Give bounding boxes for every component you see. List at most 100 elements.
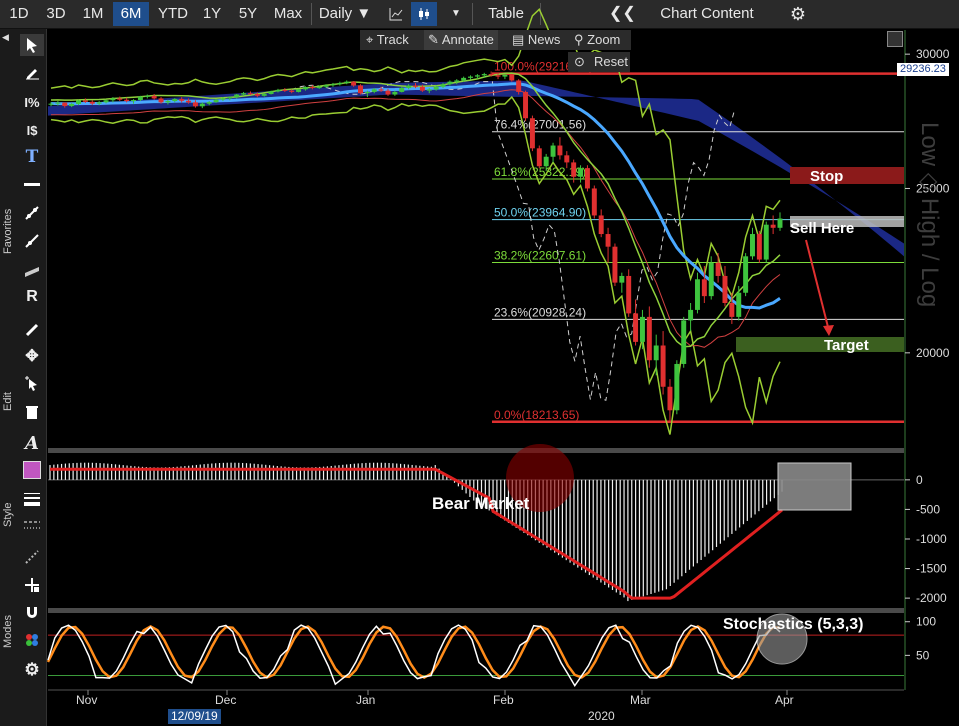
- candle-body: [103, 100, 109, 103]
- candle-body: [323, 85, 329, 87]
- candle-body: [385, 90, 391, 95]
- fib-level-label: 23.6%(20928.24): [494, 305, 586, 319]
- candle-body: [96, 102, 102, 104]
- candle-body: [440, 84, 446, 87]
- candle-body: [62, 102, 68, 107]
- candle-body: [633, 313, 639, 342]
- y-tick-label: 100: [916, 615, 936, 629]
- candle-body: [247, 93, 253, 95]
- candle-body: [619, 275, 625, 283]
- candle-body: [419, 86, 425, 91]
- candle-body: [358, 85, 363, 94]
- x-tick-label: Mar: [630, 693, 651, 707]
- candle-body: [495, 75, 501, 77]
- candle-body: [646, 316, 652, 361]
- candle-body: [186, 100, 192, 103]
- candle-body: [254, 94, 260, 96]
- zoom-button[interactable]: ⚲ Zoom: [574, 30, 620, 50]
- candle-body: [179, 98, 185, 101]
- candle-body: [667, 386, 673, 411]
- signal-line: [50, 467, 783, 600]
- moving-average-red-line: [50, 89, 781, 348]
- pencil-small-icon: ✎: [428, 32, 439, 47]
- candle-body: [337, 82, 343, 85]
- stochastic-k-line: [47, 624, 781, 688]
- candle-body: [557, 145, 563, 156]
- candle-body: [461, 77, 467, 81]
- y-tick-label: -2000: [916, 591, 947, 605]
- candle-body: [750, 234, 755, 257]
- candle-body: [674, 363, 680, 411]
- candle-body: [234, 94, 240, 98]
- projection-arrow-line: [805, 239, 830, 332]
- candle-body: [220, 98, 226, 100]
- candle-body: [598, 215, 604, 235]
- candle-body: [330, 84, 336, 86]
- zoom-label: Zoom: [587, 32, 621, 47]
- panel-options-icon[interactable]: [887, 31, 903, 47]
- target-zone: [736, 337, 904, 352]
- y-tick-label: 0: [916, 473, 923, 487]
- candle-body: [144, 95, 150, 97]
- stochastics-title: Stochastics (5,3,3): [723, 616, 864, 633]
- crosshair-small-icon: ⌖: [366, 32, 374, 47]
- candle-body: [137, 96, 143, 100]
- y-tick-label: -1500: [916, 562, 947, 576]
- candle-body: [722, 275, 728, 303]
- candle-body: [708, 262, 714, 297]
- candle-body: [578, 168, 584, 177]
- candle-body: [378, 89, 384, 91]
- candle-body: [227, 97, 233, 99]
- stop-zone: [790, 167, 904, 184]
- x-tick-label: Apr: [775, 693, 794, 707]
- track-button[interactable]: ⌖ Track: [366, 30, 409, 50]
- candle-body: [55, 102, 61, 104]
- x-tick-label: Feb: [493, 693, 514, 707]
- y-tick-label: 50: [916, 648, 930, 662]
- candle-body: [468, 76, 473, 78]
- date-readout: 12/09/19: [168, 709, 221, 724]
- candle-body: [158, 98, 164, 103]
- stop-label: Stop: [810, 168, 843, 185]
- candle-body: [584, 168, 590, 189]
- candle-body: [681, 320, 687, 364]
- candle-body: [76, 100, 81, 104]
- candle-body: [69, 103, 75, 107]
- candle-body: [612, 246, 618, 283]
- candle-body: [110, 98, 116, 101]
- candle-body: [151, 95, 157, 99]
- scale-watermark-text: Low ◇ High / Log: [916, 122, 943, 308]
- x-tick-label: Nov: [76, 693, 97, 707]
- candle-body: [536, 148, 542, 167]
- news-button[interactable]: ▤ News: [512, 30, 560, 50]
- candle-body: [523, 91, 529, 119]
- candle-body: [660, 345, 666, 387]
- candle-body: [399, 88, 405, 92]
- candle-body: [426, 89, 432, 91]
- chart-canvas[interactable]: 300002500020000100.0%(29216.15)76.4%(270…: [0, 0, 959, 726]
- reset-icon: ⊙: [574, 54, 585, 69]
- reset-button[interactable]: ⊙ Reset: [568, 52, 630, 72]
- target-label: Target: [824, 337, 869, 354]
- candle-body: [591, 188, 597, 216]
- candle-body: [564, 155, 570, 163]
- candle-body: [550, 145, 556, 157]
- panel-divider: [48, 448, 904, 453]
- y-tick-label: -500: [916, 502, 940, 516]
- candle-body: [729, 302, 735, 317]
- x-tick-label: Dec: [215, 693, 236, 707]
- annotate-button[interactable]: ✎ Annotate: [424, 30, 498, 50]
- candle-body: [117, 98, 123, 100]
- candle-body: [626, 275, 632, 314]
- candle-body: [701, 279, 707, 297]
- candle-body: [241, 93, 247, 95]
- candle-body: [344, 81, 350, 83]
- candle-body: [165, 101, 171, 103]
- candle-body: [364, 91, 370, 94]
- panel-divider: [48, 608, 904, 613]
- candle-body: [694, 279, 700, 310]
- candle-body: [289, 90, 295, 92]
- candle-body: [261, 94, 267, 96]
- y-tick-label: 30000: [916, 47, 950, 61]
- candle-body: [309, 87, 315, 89]
